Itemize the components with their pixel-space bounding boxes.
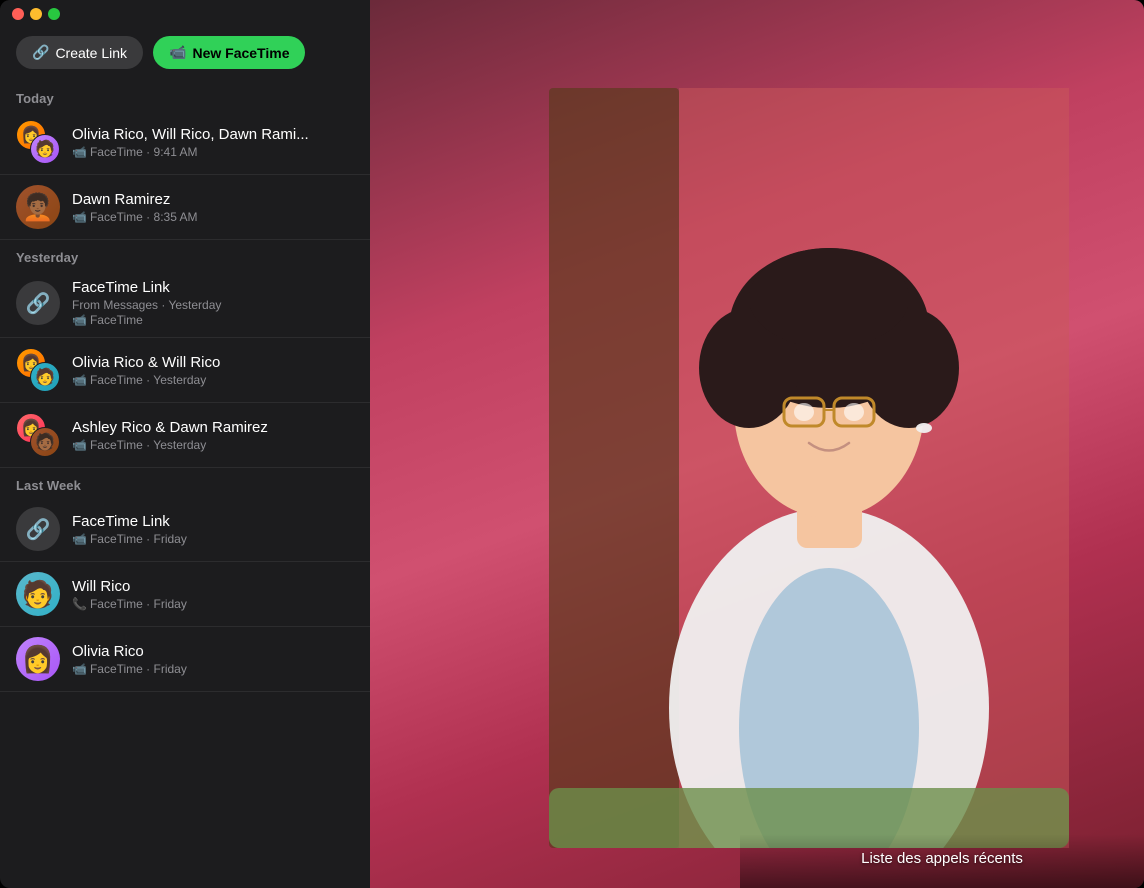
- call-info: FaceTime Link From Messages · Yesterday …: [72, 279, 354, 327]
- call-meta: 📹 FaceTime · Friday: [72, 662, 354, 676]
- call-name: Olivia Rico, Will Rico, Dawn Rami...: [72, 126, 354, 143]
- video-icon: 📹: [72, 145, 87, 159]
- call-meta-second: 📹 FaceTime: [72, 313, 354, 327]
- caption-bar: Liste des appels récents: [740, 834, 1144, 888]
- close-button[interactable]: [12, 8, 24, 20]
- avatar-olivia: 👩: [16, 637, 60, 681]
- maximize-button[interactable]: [48, 8, 60, 20]
- call-meta: 📹 FaceTime · 8:35 AM: [72, 210, 354, 224]
- phone-icon: 📞: [72, 597, 87, 611]
- main-video-area: Liste des appels récents: [370, 0, 1144, 888]
- section-today-label: Today: [0, 81, 370, 110]
- call-name: FaceTime Link: [72, 513, 354, 530]
- call-name: Olivia Rico & Will Rico: [72, 354, 354, 371]
- create-link-button[interactable]: 🔗 Create Link: [16, 36, 143, 69]
- call-item-olivia-will[interactable]: 👩 🧑 Olivia Rico & Will Rico 📹 FaceTime ·…: [0, 338, 370, 403]
- minimize-button[interactable]: [30, 8, 42, 20]
- call-name: FaceTime Link: [72, 279, 354, 296]
- call-item-will-rico[interactable]: 🧑 Will Rico 📞 FaceTime · Friday: [0, 562, 370, 627]
- avatar-link: 🔗: [16, 507, 60, 551]
- sidebar: 🔗 Create Link 📹 New FaceTime Today 👩 🧑 O…: [0, 0, 370, 888]
- call-name: Will Rico: [72, 578, 354, 595]
- person-silhouette: [549, 88, 1069, 848]
- call-item-facetime-link-msg[interactable]: 🔗 FaceTime Link From Messages · Yesterda…: [0, 269, 370, 338]
- call-info: Dawn Ramirez 📹 FaceTime · 8:35 AM: [72, 191, 354, 224]
- avatar-group: 👩 🧑🏾: [16, 413, 60, 457]
- avatar-av2: 🧑🏾: [30, 427, 60, 457]
- call-info: Olivia Rico 📹 FaceTime · Friday: [72, 643, 354, 676]
- call-name: Ashley Rico & Dawn Ramirez: [72, 419, 354, 436]
- call-name: Olivia Rico: [72, 643, 354, 660]
- calls-list: Today 👩 🧑 Olivia Rico, Will Rico, Dawn R…: [0, 81, 370, 888]
- call-meta: 📹 FaceTime · Yesterday: [72, 373, 354, 387]
- call-meta: From Messages · Yesterday: [72, 298, 354, 312]
- link-circle-icon: 🔗: [26, 291, 51, 316]
- call-name: Dawn Ramirez: [72, 191, 354, 208]
- caption-text: Liste des appels récents: [861, 850, 1023, 867]
- video-icon: 📹: [72, 210, 87, 224]
- section-lastweek-label: Last Week: [0, 468, 370, 497]
- link-icon: 🔗: [32, 44, 49, 61]
- call-item-olivia-rico[interactable]: 👩 Olivia Rico 📹 FaceTime · Friday: [0, 627, 370, 692]
- video-icon: 📹: [72, 373, 87, 387]
- video-camera-icon: 📹: [169, 44, 186, 61]
- call-info: Olivia Rico, Will Rico, Dawn Rami... 📹 F…: [72, 126, 354, 159]
- new-facetime-button[interactable]: 📹 New FaceTime: [153, 36, 305, 69]
- call-item-facetime-link-friday[interactable]: 🔗 FaceTime Link 📹 FaceTime · Friday: [0, 497, 370, 562]
- video-icon: 📹: [72, 438, 87, 452]
- avatar-av2: 🧑: [30, 134, 60, 164]
- call-meta: 📹 FaceTime · Yesterday: [72, 438, 354, 452]
- video-icon-small: 📹: [72, 313, 87, 327]
- avatar-will: 🧑: [16, 572, 60, 616]
- call-meta: 📹 FaceTime · Friday: [72, 532, 354, 546]
- call-meta: 📹 FaceTime · 9:41 AM: [72, 145, 354, 159]
- video-icon: 📹: [72, 662, 87, 676]
- video-icon: 📹: [72, 532, 87, 546]
- call-meta: 📞 FaceTime · Friday: [72, 597, 354, 611]
- avatar-link: 🔗: [16, 281, 60, 325]
- link-circle-icon: 🔗: [26, 517, 51, 542]
- section-yesterday-label: Yesterday: [0, 240, 370, 269]
- call-item-dawn[interactable]: 🧑🏾‍🦱 Dawn Ramirez 📹 FaceTime · 8:35 AM: [0, 175, 370, 240]
- app-container: 🔗 Create Link 📹 New FaceTime Today 👩 🧑 O…: [0, 0, 1144, 888]
- call-info: Olivia Rico & Will Rico 📹 FaceTime · Yes…: [72, 354, 354, 387]
- avatar-group: 👩 🧑: [16, 348, 60, 392]
- traffic-lights: [12, 8, 60, 20]
- avatar-group: 👩 🧑: [16, 120, 60, 164]
- avatar-av2: 🧑: [30, 362, 60, 392]
- avatar-dawn: 🧑🏾‍🦱: [16, 185, 60, 229]
- call-info: Will Rico 📞 FaceTime · Friday: [72, 578, 354, 611]
- call-info: Ashley Rico & Dawn Ramirez 📹 FaceTime · …: [72, 419, 354, 452]
- call-info: FaceTime Link 📹 FaceTime · Friday: [72, 513, 354, 546]
- title-bar: [0, 0, 370, 28]
- call-item-ashley-dawn[interactable]: 👩 🧑🏾 Ashley Rico & Dawn Ramirez 📹 FaceTi…: [0, 403, 370, 468]
- call-item-olivia-group[interactable]: 👩 🧑 Olivia Rico, Will Rico, Dawn Rami...…: [0, 110, 370, 175]
